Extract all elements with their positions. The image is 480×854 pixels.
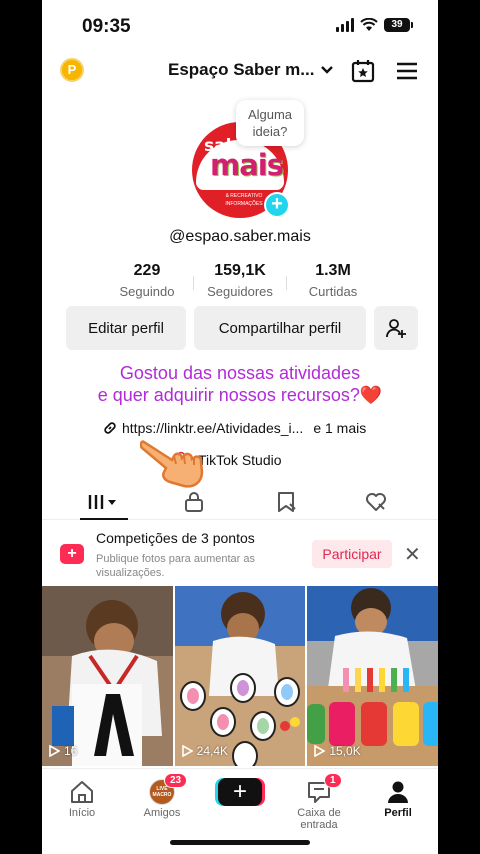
profile-header: P Espaço Saber m... bbox=[42, 52, 438, 88]
tab-private-lock-icon[interactable] bbox=[182, 490, 206, 514]
idea-bubble[interactable]: Alguma ideia? bbox=[236, 100, 304, 146]
home-icon bbox=[71, 781, 93, 803]
stat-likes[interactable]: 1.3M Curtidas bbox=[287, 262, 379, 299]
video-thumbnail[interactable]: 16 bbox=[42, 586, 173, 766]
app-screen: 09:35 39 P Espaço Saber m... saber mais … bbox=[42, 0, 438, 854]
profile-stats: 229 Seguindo 159,1K Seguidores 1.3M Curt… bbox=[42, 262, 438, 299]
battery-icon: 39 bbox=[384, 18, 413, 32]
tab-videos-icon[interactable] bbox=[86, 490, 122, 514]
promo-title: Competições de 3 pontos bbox=[96, 530, 255, 546]
add-avatar-button[interactable]: + bbox=[264, 192, 290, 218]
pointing-hand-icon bbox=[140, 440, 204, 488]
video-thumbnail-image bbox=[42, 586, 173, 766]
status-icons: 39 bbox=[336, 18, 413, 32]
menu-icon[interactable] bbox=[394, 58, 420, 84]
video-thumbnail[interactable]: 15,0K bbox=[307, 586, 438, 766]
calendar-star-icon[interactable] bbox=[350, 58, 376, 84]
create-plus-icon: + bbox=[215, 778, 265, 806]
add-friend-button[interactable] bbox=[374, 306, 418, 350]
username-handle: @espao.saber.mais bbox=[169, 228, 311, 245]
video-thumbnail-image bbox=[307, 586, 438, 766]
chevron-down-icon bbox=[321, 66, 334, 74]
clock: 09:35 bbox=[82, 16, 131, 37]
profile-actions: Editar perfil Compartilhar perfil bbox=[66, 306, 418, 350]
left-frame-border bbox=[0, 0, 42, 854]
account-name: Espaço Saber m... bbox=[168, 60, 315, 79]
nav-profile[interactable]: Perfil bbox=[358, 777, 438, 819]
link-more: e 1 mais bbox=[313, 420, 367, 436]
tab-reposts-icon[interactable] bbox=[274, 490, 298, 514]
close-icon[interactable]: ✕ bbox=[404, 542, 421, 567]
competition-banner[interactable]: + Competições de 3 pontos Publique fotos… bbox=[42, 522, 438, 584]
nav-friends[interactable]: LIVE MACRO 23 Amigos bbox=[122, 773, 202, 819]
video-grid: 16 24,4K 15,0K bbox=[42, 586, 438, 766]
stat-following[interactable]: 229 Seguindo bbox=[101, 262, 193, 299]
image-plus-icon: + bbox=[60, 544, 84, 564]
profile-icon bbox=[388, 781, 408, 803]
share-profile-button[interactable]: Compartilhar perfil bbox=[194, 306, 366, 350]
inbox-badge: 1 bbox=[324, 773, 342, 788]
edit-profile-button[interactable]: Editar perfil bbox=[66, 306, 186, 350]
active-tab-underline bbox=[80, 518, 128, 520]
nav-inbox[interactable]: 1 Caixa de entrada bbox=[278, 773, 360, 831]
view-count: 24,4K bbox=[181, 744, 228, 758]
video-thumbnail[interactable]: 24,4K bbox=[174, 586, 306, 766]
participate-button[interactable]: Participar bbox=[312, 540, 392, 568]
signal-icon bbox=[336, 18, 354, 32]
avatar-logo-text-2: mais bbox=[210, 148, 284, 182]
play-icon bbox=[181, 745, 193, 757]
status-bar: 09:35 39 bbox=[42, 0, 438, 52]
right-frame-border bbox=[438, 0, 480, 854]
play-icon bbox=[314, 745, 326, 757]
nav-create[interactable]: + bbox=[200, 777, 280, 807]
stat-followers[interactable]: 159,1K Seguidores bbox=[194, 262, 286, 299]
tab-liked-icon[interactable] bbox=[364, 490, 388, 514]
view-count: 16 bbox=[48, 744, 77, 758]
nav-home[interactable]: Início bbox=[42, 777, 122, 819]
home-indicator bbox=[170, 840, 310, 845]
promo-subtitle: Publique fotos para aumentar as visualiz… bbox=[96, 553, 255, 579]
play-icon bbox=[49, 745, 60, 757]
account-switcher[interactable]: Espaço Saber m... bbox=[168, 60, 334, 80]
view-count: 15,0K bbox=[313, 744, 361, 758]
wifi-icon bbox=[360, 18, 378, 31]
friends-badge: 23 bbox=[164, 773, 188, 788]
bio-text: Gostou das nossas atividades e quer adqu… bbox=[97, 363, 383, 405]
profile-tabs bbox=[42, 484, 438, 520]
link-icon bbox=[104, 422, 116, 434]
coin-icon[interactable]: P bbox=[60, 58, 84, 82]
add-user-icon bbox=[386, 319, 406, 338]
video-thumbnail-image bbox=[174, 586, 306, 766]
